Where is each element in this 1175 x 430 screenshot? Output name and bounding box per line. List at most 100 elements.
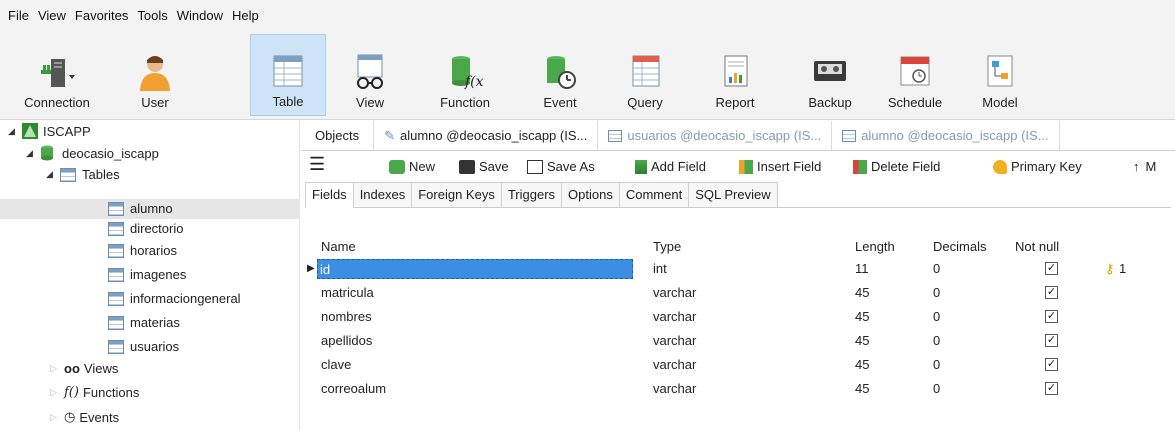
tree-table-item[interactable]: horarios — [108, 243, 177, 258]
table-row[interactable]: nombres varchar 45 0 ✓ — [305, 306, 1175, 328]
table-row[interactable]: correoalum varchar 45 0 ✓ — [305, 378, 1175, 400]
column-header-name[interactable]: Name — [321, 236, 356, 258]
tab-usuarios[interactable]: usuarios @deocasio_iscapp (IS... — [598, 120, 833, 151]
tab-alumno-design[interactable]: ✎ alumno @deocasio_iscapp (IS... — [374, 120, 599, 151]
field-name-cell[interactable]: correoalum — [321, 378, 386, 400]
view-button[interactable]: View — [340, 34, 400, 116]
subtab-comment[interactable]: Comment — [618, 182, 690, 207]
tree-views-folder[interactable]: ▷ oo Views — [50, 361, 118, 376]
field-type-cell[interactable]: int — [653, 258, 667, 280]
not-null-checkbox[interactable]: ✓ — [1045, 262, 1058, 275]
subtab-indexes[interactable]: Indexes — [352, 182, 413, 207]
table-button[interactable]: Table — [250, 34, 326, 116]
field-name-cell[interactable]: nombres — [321, 306, 372, 328]
insert-field-button[interactable]: Insert Field — [739, 159, 821, 174]
connection-button[interactable]: Connection — [2, 34, 112, 116]
collapsed-arrow-icon[interactable]: ▷ — [50, 412, 60, 423]
column-header-type[interactable]: Type — [653, 236, 681, 258]
tab-alumno[interactable]: alumno @deocasio_iscapp (IS... — [832, 120, 1060, 151]
table-row[interactable]: clave varchar 45 0 ✓ — [305, 354, 1175, 376]
subtab-options[interactable]: Options — [561, 182, 620, 207]
tree-events-folder[interactable]: ▷ ◷ Events — [50, 409, 119, 425]
not-null-checkbox[interactable]: ✓ — [1045, 286, 1058, 299]
backup-button[interactable]: Backup — [795, 34, 865, 116]
field-length-cell[interactable]: 45 — [855, 330, 869, 352]
tree-tables-folder[interactable]: ◢ Tables — [46, 167, 120, 182]
field-name-cell[interactable]: clave — [321, 354, 351, 376]
tree-table-item[interactable]: materias — [108, 315, 180, 330]
field-decimals-cell[interactable]: 0 — [933, 306, 940, 328]
not-null-checkbox[interactable]: ✓ — [1045, 358, 1058, 371]
not-null-checkbox[interactable]: ✓ — [1045, 382, 1058, 395]
menu-help[interactable]: Help — [232, 8, 259, 23]
field-length-cell[interactable]: 11 — [855, 258, 869, 280]
tree-connection-iscapp[interactable]: ◢ ISCAPP — [8, 123, 91, 139]
model-button[interactable]: Model — [970, 34, 1030, 116]
field-length-cell[interactable]: 45 — [855, 378, 869, 400]
not-null-checkbox[interactable]: ✓ — [1045, 310, 1058, 323]
field-name-cell[interactable]: matricula — [321, 282, 374, 304]
delete-field-button[interactable]: Delete Field — [853, 159, 940, 174]
field-decimals-cell[interactable]: 0 — [933, 354, 940, 376]
field-decimals-cell[interactable]: 0 — [933, 258, 940, 280]
expand-arrow-icon[interactable]: ◢ — [8, 126, 18, 137]
query-button[interactable]: Query — [615, 34, 675, 116]
save-button[interactable]: Save — [459, 159, 509, 174]
function-button[interactable]: f(x) Function — [430, 34, 500, 116]
field-name-cell[interactable]: apellidos — [321, 330, 372, 352]
field-decimals-cell[interactable]: 0 — [933, 378, 940, 400]
table-row[interactable]: matricula varchar 45 0 ✓ — [305, 282, 1175, 304]
menu-favorites[interactable]: Favorites — [75, 8, 128, 23]
field-decimals-cell[interactable]: 0 — [933, 330, 940, 352]
field-decimals-cell[interactable]: 0 — [933, 282, 940, 304]
expand-arrow-icon[interactable]: ◢ — [46, 169, 56, 180]
tree-table-item[interactable]: usuarios — [108, 339, 179, 354]
collapsed-arrow-icon[interactable]: ▷ — [50, 387, 60, 398]
field-length-cell[interactable]: 45 — [855, 306, 869, 328]
tree-table-item[interactable]: imagenes — [108, 267, 186, 282]
tree-functions-folder[interactable]: ▷ f() Functions — [50, 385, 139, 400]
subtab-sql-preview[interactable]: SQL Preview — [688, 182, 778, 207]
field-length-cell[interactable]: 45 — [855, 354, 869, 376]
column-header-not-null[interactable]: Not null — [1015, 236, 1059, 258]
field-type-cell[interactable]: varchar — [653, 306, 696, 328]
menu-window[interactable]: Window — [177, 8, 223, 23]
collapsed-arrow-icon[interactable]: ▷ — [50, 363, 60, 374]
event-button[interactable]: Event — [530, 34, 590, 116]
table-icon — [273, 55, 303, 87]
field-type-cell[interactable]: varchar — [653, 354, 696, 376]
table-row[interactable]: ▶ id int 11 0 ✓ ⚷ 1 — [305, 258, 1175, 280]
subtab-fields[interactable]: Fields — [305, 182, 354, 208]
field-type-cell[interactable]: varchar — [653, 330, 696, 352]
menu-file[interactable]: File — [8, 8, 29, 23]
menu-tools[interactable]: Tools — [137, 8, 167, 23]
expand-arrow-icon[interactable]: ◢ — [26, 148, 36, 159]
subtab-triggers[interactable]: Triggers — [500, 182, 563, 207]
field-length-cell[interactable]: 45 — [855, 282, 869, 304]
tree-table-item[interactable]: informaciongeneral — [108, 291, 241, 306]
menu-view[interactable]: View — [38, 8, 66, 23]
tree-table-item[interactable]: directorio — [108, 221, 183, 236]
add-field-button[interactable]: Add Field — [635, 159, 706, 174]
tree-database-deocasio[interactable]: ◢ deocasio_iscapp — [26, 145, 159, 161]
report-button[interactable]: Report — [705, 34, 765, 116]
user-button[interactable]: User — [120, 34, 190, 116]
save-as-button[interactable]: Save As — [527, 159, 595, 174]
new-button[interactable]: New — [389, 159, 435, 174]
subtab-foreign-keys[interactable]: Foreign Keys — [411, 182, 502, 207]
schedule-button[interactable]: Schedule — [880, 34, 950, 116]
field-type-cell[interactable]: varchar — [653, 378, 696, 400]
move-up-button[interactable]: ↑ M — [1133, 159, 1156, 174]
not-null-checkbox[interactable]: ✓ — [1045, 334, 1058, 347]
column-header-decimals[interactable]: Decimals — [933, 236, 986, 258]
save-as-icon — [527, 159, 543, 174]
primary-key-button[interactable]: Primary Key — [993, 159, 1082, 174]
table-row[interactable]: apellidos varchar 45 0 ✓ — [305, 330, 1175, 352]
column-header-length[interactable]: Length — [855, 236, 895, 258]
field-name-cell[interactable]: id — [317, 259, 633, 279]
tree-table-item[interactable]: alumno — [108, 201, 173, 216]
field-type-cell[interactable]: varchar — [653, 282, 696, 304]
hamburger-menu-icon[interactable]: ☰ — [309, 154, 325, 175]
tab-objects[interactable]: Objects — [301, 120, 375, 151]
connection-icon — [41, 59, 75, 87]
